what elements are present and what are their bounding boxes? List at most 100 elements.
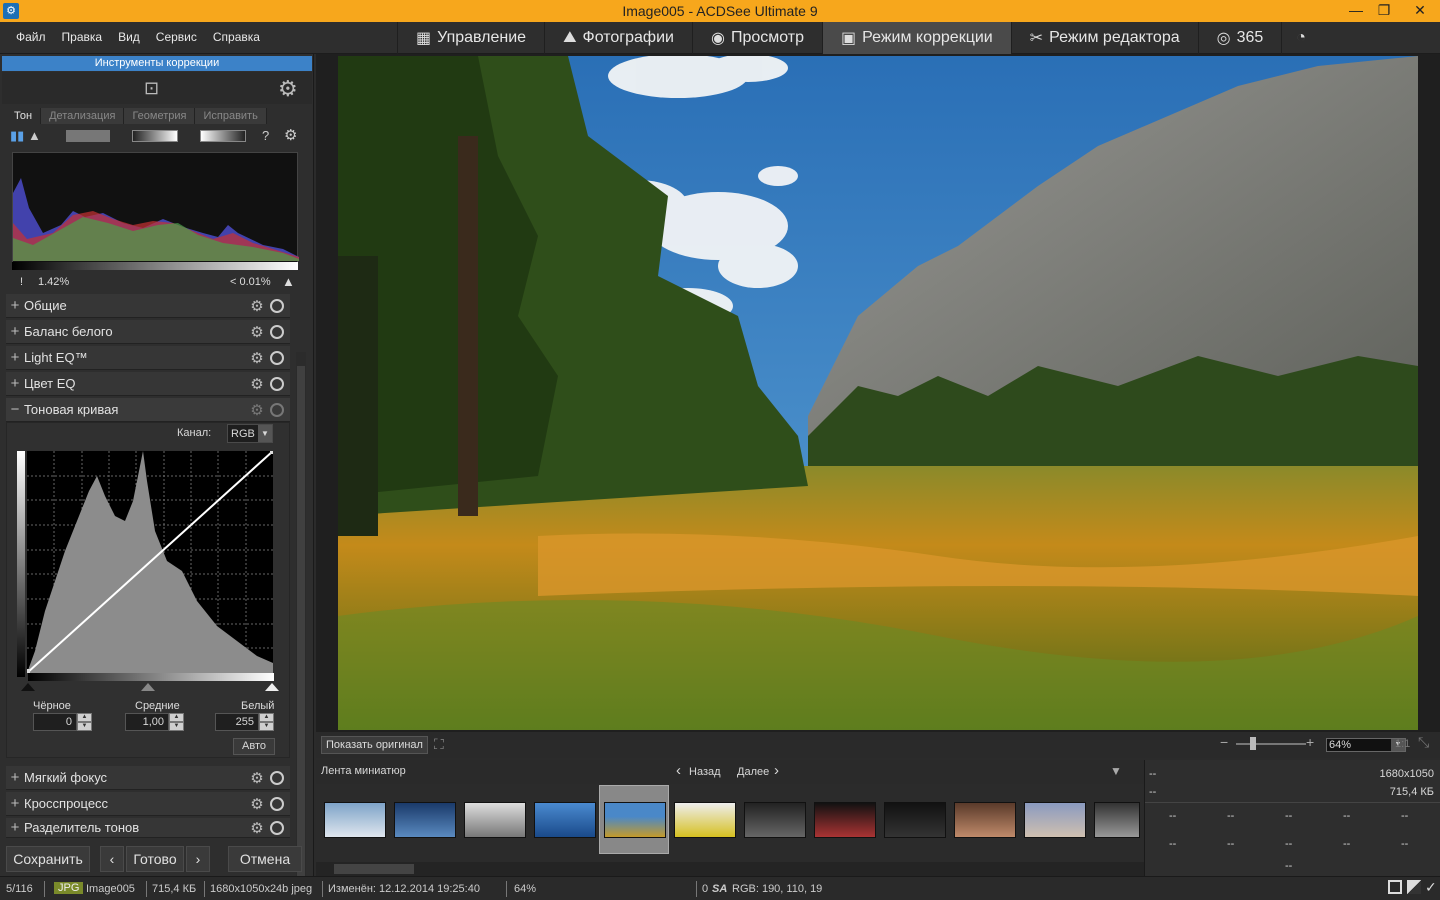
section-tone-curve[interactable]: − Тоновая кривая ⚙ [6,398,290,422]
white-spinner[interactable]: 255 ▲ ▼ [215,713,275,731]
show-original-button[interactable]: Показать оригинал [321,736,428,754]
mode-365[interactable]: ◎ 365 [1197,22,1282,54]
gear-icon[interactable]: ⚙ [248,297,266,315]
midtone-handle[interactable] [141,683,155,691]
white-point-handle[interactable] [265,683,279,691]
menu-help[interactable]: Справка [205,30,268,44]
gear-icon[interactable]: ⚙ [278,76,298,102]
thumbnail[interactable] [954,802,1016,838]
toggle-icon[interactable] [270,298,284,313]
gear-icon[interactable]: ⚙ [248,769,266,787]
window-mode-icon[interactable] [1388,880,1402,894]
help-icon[interactable]: ? [262,128,269,143]
thumbnail[interactable] [534,802,596,838]
toggle-icon[interactable] [270,376,284,391]
gear-icon[interactable]: ⚙ [248,819,266,837]
section-light-eq[interactable]: + Light EQ™ ⚙ [6,346,290,370]
back-button[interactable]: Назад [689,766,721,778]
toggle-icon[interactable] [270,796,284,811]
toggle-icon[interactable] [270,350,284,365]
mode-view[interactable]: ◉ Просмотр [691,22,822,54]
shadow-clip-icon[interactable]: ! [20,276,23,288]
channel-select[interactable]: RGB ▼ [227,424,273,443]
thumbnail[interactable] [1024,802,1086,838]
section-color-eq[interactable]: + Цвет EQ ⚙ [6,372,290,396]
thumbnail[interactable] [744,802,806,838]
save-button[interactable]: Сохранить [6,846,90,872]
spin-up-icon[interactable]: ▲ [169,713,184,722]
section-split-tone[interactable]: + Разделитель тонов ⚙ [6,818,290,838]
gradient-black-icon[interactable] [132,130,178,142]
section-cross-process[interactable]: + Кросспроцесс ⚙ [6,792,290,816]
image-viewer[interactable] [316,54,1440,732]
next-button[interactable]: Далее [737,766,769,778]
thumbnail-selected[interactable] [604,802,666,838]
gear-icon[interactable]: ⚙ [248,401,266,419]
check-icon[interactable]: ✓ [1425,879,1437,896]
toggle-icon[interactable] [270,770,284,785]
zoom-select[interactable]: 64% ▼ [1326,738,1406,752]
close-button[interactable]: ✕ [1400,0,1440,22]
histogram-settings-icon[interactable]: ⚙ [284,126,297,144]
mode-editor[interactable]: ✂ Режим редактора [1010,22,1198,54]
mode-photos[interactable]: ⛰ Фотографии [544,22,692,54]
menu-edit[interactable]: Правка [54,30,111,44]
panel-scrollbar[interactable] [296,352,306,890]
spin-down-icon[interactable]: ▼ [259,722,274,731]
thumbnail[interactable] [394,802,456,838]
thumbnail[interactable] [674,802,736,838]
spin-down-icon[interactable]: ▼ [169,722,184,731]
spin-up-icon[interactable]: ▲ [259,713,274,722]
gear-icon[interactable]: ⚙ [248,375,266,393]
toggle-icon[interactable] [270,324,284,339]
chevron-left-icon[interactable]: ‹ [676,762,681,779]
collapse-filmstrip-icon[interactable]: ▼ [1110,764,1122,778]
thumbnail[interactable] [884,802,946,838]
dashboard-button[interactable]: ◔ [1281,22,1326,54]
scrollbar-thumb[interactable] [297,366,305,876]
fullscreen-icon[interactable]: ⛶ [434,736,444,753]
thumbnail[interactable] [464,802,526,838]
zoom-slider[interactable] [1236,743,1306,745]
focus-icon[interactable]: ⊡ [144,78,159,99]
zoom-out-icon[interactable]: − [1220,734,1228,750]
histogram-icon[interactable]: ▮▮ [10,128,24,144]
minimize-button[interactable]: — [1342,0,1370,22]
actual-size-button[interactable]: 1:1 [1395,738,1410,750]
landscape-photo[interactable] [338,56,1418,730]
tab-geometry[interactable]: Геометрия [124,108,196,124]
zoom-in-icon[interactable]: + [1306,734,1314,750]
tab-tone[interactable]: Тон [6,108,42,124]
menu-file[interactable]: Файл [8,30,54,44]
filmstrip-scrollbar[interactable] [316,862,1144,876]
tab-detail[interactable]: Детализация [41,108,125,124]
thumbnail[interactable] [814,802,876,838]
scrollbar-thumb[interactable] [334,864,414,874]
thumbnail[interactable] [1094,802,1140,838]
mode-develop[interactable]: ▣ Режим коррекции [822,22,1011,54]
gear-icon[interactable]: ⚙ [248,795,266,813]
thumbnail[interactable] [324,802,386,838]
prev-arrow-icon[interactable]: ‹ [100,846,124,872]
tab-repair[interactable]: Исправить [195,108,267,124]
auto-button[interactable]: Авто [233,738,275,755]
gear-icon[interactable]: ⚙ [248,323,266,341]
curve-graph[interactable] [25,449,275,674]
spin-down-icon[interactable]: ▼ [77,722,92,731]
toggle-icon[interactable] [270,402,284,417]
menu-view[interactable]: Вид [110,30,148,44]
toggle-icon[interactable] [270,820,284,835]
compare-icon[interactable] [1407,880,1421,894]
zoom-slider-thumb[interactable] [1250,737,1256,750]
section-soft-focus[interactable]: + Мягкий фокус ⚙ [6,766,290,790]
restore-button[interactable]: ❐ [1370,0,1398,22]
spin-up-icon[interactable]: ▲ [77,713,92,722]
menu-tools[interactable]: Сервис [148,30,205,44]
cancel-button[interactable]: Отмена [228,846,302,872]
done-button[interactable]: Готово [126,846,184,872]
gradient-white-icon[interactable] [200,130,246,142]
gear-icon[interactable]: ⚙ [248,349,266,367]
highlight-clip-icon[interactable]: ▲ [282,274,295,289]
section-white-balance[interactable]: + Баланс белого ⚙ [6,320,290,344]
chevron-right-icon[interactable]: › [774,762,779,779]
